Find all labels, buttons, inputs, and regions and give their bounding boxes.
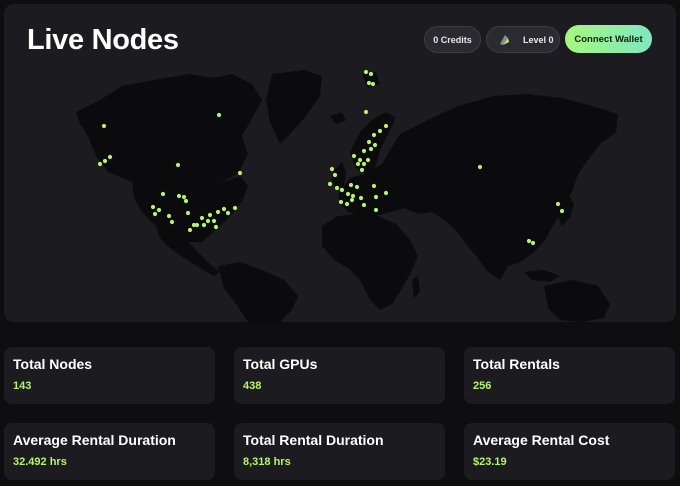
node-marker[interactable] bbox=[166, 213, 172, 219]
node-marker[interactable] bbox=[359, 167, 365, 173]
node-marker[interactable] bbox=[555, 201, 561, 207]
node-marker[interactable] bbox=[358, 195, 364, 201]
node-marker[interactable] bbox=[156, 207, 162, 213]
node-marker[interactable] bbox=[350, 193, 356, 199]
node-marker[interactable] bbox=[175, 162, 181, 168]
node-marker[interactable] bbox=[344, 201, 350, 207]
stat-label: Average Rental Cost bbox=[473, 432, 610, 448]
stat-card-average-rental-duration: Average Rental Duration 32.492 hrs bbox=[4, 423, 215, 480]
node-marker[interactable] bbox=[366, 139, 372, 145]
node-marker[interactable] bbox=[187, 227, 193, 233]
node-marker[interactable] bbox=[366, 80, 372, 86]
node-marker[interactable] bbox=[383, 190, 389, 196]
node-marker[interactable] bbox=[181, 194, 187, 200]
node-marker[interactable] bbox=[339, 187, 345, 193]
stat-value: 8,318 hrs bbox=[243, 456, 291, 468]
node-marker[interactable] bbox=[221, 206, 227, 212]
node-marker[interactable] bbox=[232, 205, 238, 211]
node-marker[interactable] bbox=[97, 161, 103, 167]
node-marker[interactable] bbox=[361, 161, 367, 167]
node-marker[interactable] bbox=[351, 153, 357, 159]
node-marker[interactable] bbox=[152, 211, 158, 217]
node-marker[interactable] bbox=[160, 191, 166, 197]
stat-value: $23.19 bbox=[473, 456, 507, 468]
world-map-land bbox=[76, 70, 618, 322]
node-marker[interactable] bbox=[215, 209, 221, 215]
node-marker[interactable] bbox=[371, 132, 377, 138]
stat-card-total-rentals: Total Rentals 256 bbox=[464, 347, 675, 404]
node-marker[interactable] bbox=[526, 238, 532, 244]
node-marker[interactable] bbox=[365, 157, 371, 163]
node-marker[interactable] bbox=[371, 183, 377, 189]
node-marker[interactable] bbox=[101, 123, 107, 129]
node-marker[interactable] bbox=[372, 142, 378, 148]
node-marker[interactable] bbox=[213, 224, 219, 230]
stat-label: Total GPUs bbox=[243, 356, 318, 372]
node-marker[interactable] bbox=[363, 109, 369, 115]
node-marker[interactable] bbox=[377, 128, 383, 134]
node-marker[interactable] bbox=[176, 193, 182, 199]
node-marker[interactable] bbox=[368, 146, 374, 152]
node-marker[interactable] bbox=[329, 166, 335, 172]
node-marker[interactable] bbox=[225, 210, 231, 216]
node-marker[interactable] bbox=[355, 161, 361, 167]
node-marker[interactable] bbox=[201, 222, 207, 228]
node-marker[interactable] bbox=[373, 207, 379, 213]
stat-card-average-rental-cost: Average Rental Cost $23.19 bbox=[464, 423, 675, 480]
node-marker[interactable] bbox=[237, 170, 243, 176]
node-marker[interactable] bbox=[334, 185, 340, 191]
node-marker[interactable] bbox=[361, 148, 367, 154]
node-marker[interactable] bbox=[205, 218, 211, 224]
node-marker[interactable] bbox=[327, 181, 333, 187]
node-marker[interactable] bbox=[207, 212, 213, 218]
stat-label: Total Rentals bbox=[473, 356, 560, 372]
node-marker[interactable] bbox=[183, 198, 189, 204]
stat-card-total-gpus: Total GPUs 438 bbox=[234, 347, 445, 404]
stat-card-total-nodes: Total Nodes 143 bbox=[4, 347, 215, 404]
node-marker[interactable] bbox=[354, 184, 360, 190]
node-marker[interactable] bbox=[191, 222, 197, 228]
connect-wallet-button[interactable]: Connect Wallet bbox=[565, 25, 652, 53]
stat-value: 256 bbox=[473, 380, 492, 392]
credits-badge[interactable]: 0 Credits bbox=[424, 26, 481, 53]
node-marker[interactable] bbox=[107, 154, 113, 160]
node-marker[interactable] bbox=[169, 219, 175, 225]
stat-value: 32.492 hrs bbox=[13, 456, 67, 468]
node-marker[interactable] bbox=[373, 194, 379, 200]
node-marker[interactable] bbox=[363, 69, 369, 75]
node-marker[interactable] bbox=[361, 202, 367, 208]
node-marker[interactable] bbox=[357, 157, 363, 163]
live-nodes-panel: Live Nodes 0 Credits Level 0 Connect Wal… bbox=[4, 4, 676, 322]
level-icon bbox=[500, 34, 509, 45]
level-label: Level 0 bbox=[523, 34, 554, 45]
node-marker[interactable] bbox=[383, 123, 389, 129]
node-marker[interactable] bbox=[477, 164, 483, 170]
node-marker[interactable] bbox=[345, 191, 351, 197]
stat-value: 143 bbox=[13, 380, 32, 392]
stat-label: Total Rental Duration bbox=[243, 432, 384, 448]
stat-label: Total Nodes bbox=[13, 356, 93, 372]
stat-value: 438 bbox=[243, 380, 262, 392]
node-marker[interactable] bbox=[368, 71, 374, 77]
node-marker[interactable] bbox=[102, 158, 108, 164]
node-marker[interactable] bbox=[332, 172, 338, 178]
level-badge[interactable]: Level 0 bbox=[486, 26, 560, 53]
node-marker[interactable] bbox=[185, 210, 191, 216]
stat-label: Average Rental Duration bbox=[13, 432, 176, 448]
stat-card-total-rental-duration: Total Rental Duration 8,318 hrs bbox=[234, 423, 445, 480]
node-marker[interactable] bbox=[559, 208, 565, 214]
node-marker[interactable] bbox=[349, 197, 355, 203]
node-marker[interactable] bbox=[348, 182, 354, 188]
node-marker[interactable] bbox=[530, 240, 536, 246]
node-marker[interactable] bbox=[199, 215, 205, 221]
node-marker[interactable] bbox=[211, 218, 217, 224]
node-marker[interactable] bbox=[338, 199, 344, 205]
page-title: Live Nodes bbox=[27, 24, 179, 56]
credits-label: 0 Credits bbox=[433, 34, 472, 45]
node-marker[interactable] bbox=[370, 81, 376, 87]
node-marker[interactable] bbox=[150, 204, 156, 210]
node-marker[interactable] bbox=[216, 112, 222, 118]
